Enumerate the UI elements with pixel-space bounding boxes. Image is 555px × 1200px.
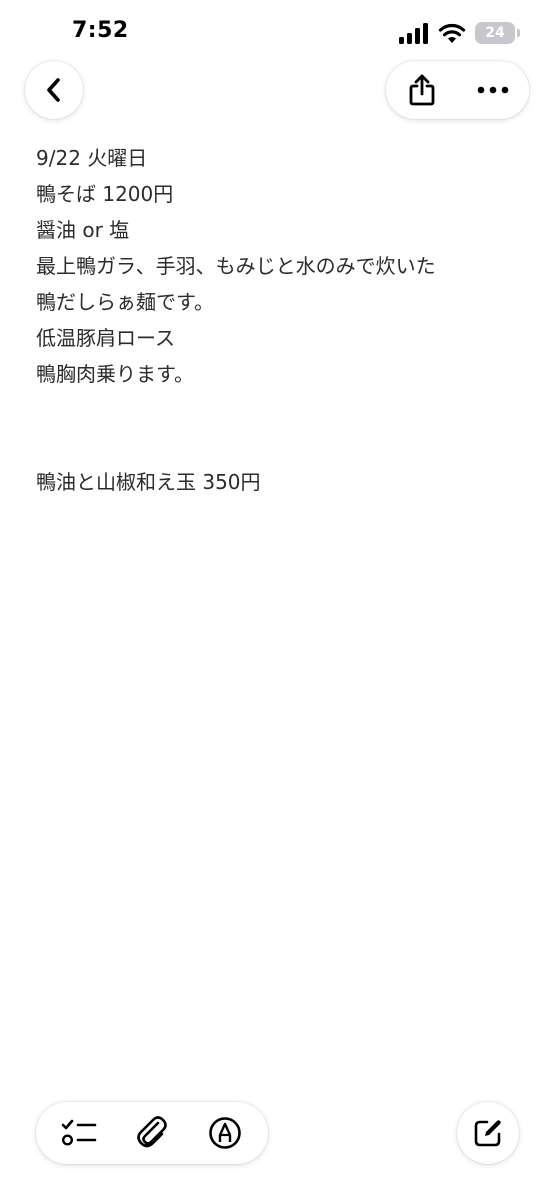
checklist-icon <box>61 1118 97 1148</box>
wifi-icon <box>438 22 466 44</box>
status-bar: 7:52 24 <box>0 0 555 66</box>
battery-icon: 24 <box>475 22 520 44</box>
share-button[interactable] <box>386 61 457 119</box>
markup-pen-icon <box>208 1116 242 1150</box>
chevron-left-icon <box>43 77 65 103</box>
note-line-blank <box>36 428 526 464</box>
compose-button[interactable] <box>457 1102 519 1164</box>
status-icons: 24 <box>399 20 520 46</box>
note-line: 醤油 or 塩 <box>36 218 130 242</box>
note-line: 最上鴨ガラ、手羽、もみじと水のみで炊いた <box>36 254 436 278</box>
note-line: 鴨そば 1200円 <box>36 182 174 206</box>
back-button[interactable] <box>25 61 83 119</box>
note-line-blank <box>36 392 526 428</box>
notes-screen: 7:52 24 9/22 火曜日 鴨そば 1200円 醤油 or 塩 最上鴨ガラ… <box>0 0 555 1200</box>
compose-icon <box>473 1118 503 1148</box>
attachment-button[interactable] <box>122 1104 182 1162</box>
note-line: 9/22 火曜日 <box>36 146 148 170</box>
note-body[interactable]: 9/22 火曜日 鴨そば 1200円 醤油 or 塩 最上鴨ガラ、手羽、もみじと… <box>36 140 526 500</box>
note-line: 低温豚肩ロース <box>36 326 175 350</box>
share-icon <box>408 74 436 106</box>
status-time: 7:52 <box>72 18 129 43</box>
nav-actions-group <box>386 61 529 119</box>
more-button[interactable] <box>457 61 528 119</box>
checklist-button[interactable] <box>49 1104 109 1162</box>
cellular-signal-icon <box>399 22 429 44</box>
bottom-toolbar <box>36 1102 268 1164</box>
note-line: 鴨だしらぁ麺です。 <box>36 290 214 314</box>
markup-button[interactable] <box>195 1104 255 1162</box>
note-line: 鴨胸肉乗ります。 <box>36 362 194 386</box>
battery-level: 24 <box>485 25 505 41</box>
ellipsis-icon <box>477 86 509 94</box>
note-line: 鴨油と山椒和え玉 350円 <box>36 470 261 494</box>
paperclip-icon <box>136 1115 168 1151</box>
